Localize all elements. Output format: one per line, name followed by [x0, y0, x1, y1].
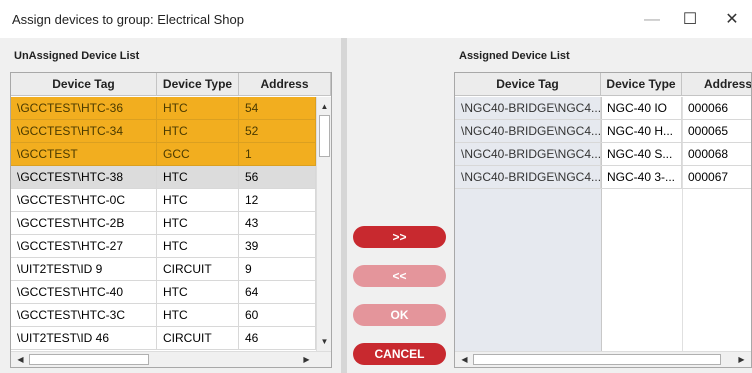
device-type-cell: HTC	[157, 166, 239, 189]
ok-button[interactable]: OK	[353, 304, 446, 326]
scroll-up-icon[interactable]: ▲	[317, 99, 331, 114]
device-tag-cell: \GCCTEST\HTC-2B	[11, 212, 157, 235]
table-row[interactable]: \NGC40-BRIDGE\NGC4... NGC-40 S... 000068	[455, 143, 751, 166]
maximize-icon[interactable]: ☐	[670, 6, 710, 34]
vertical-scroll-thumb[interactable]	[319, 115, 330, 157]
address-cell: 000066	[682, 97, 751, 120]
unassigned-device-grid[interactable]: Device Tag Device Type Address \GCCTEST\…	[10, 72, 332, 368]
address-cell: 000065	[682, 120, 751, 143]
device-type-cell: HTC	[157, 97, 239, 120]
assigned-list-label: Assigned Device List	[459, 50, 570, 62]
device-tag-cell: \NGC40-BRIDGE\NGC4...	[455, 97, 601, 120]
device-tag-cell: \GCCTEST\HTC-40	[11, 281, 157, 304]
scroll-down-icon[interactable]: ▼	[317, 334, 331, 349]
address-cell: 9	[239, 258, 316, 281]
address-cell: 12	[239, 189, 316, 212]
column-header-address[interactable]: Address	[682, 73, 751, 96]
scroll-right-icon[interactable]: ▶	[734, 352, 749, 367]
device-type-cell: CIRCUIT	[157, 327, 239, 350]
device-tag-cell: \NGC40-BRIDGE\NGC4...	[455, 166, 601, 189]
cancel-button[interactable]: CANCEL	[353, 343, 446, 365]
device-tag-cell: \GCCTEST\HTC-0C	[11, 189, 157, 212]
horizontal-scroll-thumb[interactable]	[29, 354, 149, 365]
device-type-cell: NGC-40 IO	[601, 97, 682, 120]
device-type-cell: NGC-40 S...	[601, 143, 682, 166]
device-tag-cell: \NGC40-BRIDGE\NGC4...	[455, 120, 601, 143]
address-cell: 43	[239, 212, 316, 235]
device-tag-cell: \UIT2TEST\ID 9	[11, 258, 157, 281]
window-title: Assign devices to group: Electrical Shop	[12, 12, 244, 27]
address-cell: 1	[239, 143, 316, 166]
table-row[interactable]: \GCCTEST\HTC-40 HTC 64	[11, 281, 316, 304]
column-header-address[interactable]: Address	[239, 73, 331, 96]
panel-separator[interactable]	[341, 38, 347, 373]
unassign-button[interactable]: <<	[353, 265, 446, 287]
device-type-cell: HTC	[157, 212, 239, 235]
device-type-cell: HTC	[157, 120, 239, 143]
assigned-header-row: Device Tag Device Type Address	[455, 73, 751, 96]
table-row[interactable]: \UIT2TEST\ID 9 CIRCUIT 9	[11, 258, 316, 281]
table-row[interactable]: \UIT2TEST\ID 46 CIRCUIT 46	[11, 327, 316, 350]
scroll-right-icon[interactable]: ▶	[299, 352, 314, 367]
column-header-device-type[interactable]: Device Type	[601, 73, 682, 96]
device-type-cell: NGC-40 3-...	[601, 166, 682, 189]
address-cell: 54	[239, 97, 316, 120]
unassigned-vertical-scrollbar[interactable]: ▲ ▼	[316, 97, 331, 351]
table-row[interactable]: \GCCTEST\HTC-27 HTC 39	[11, 235, 316, 258]
device-tag-cell: \UIT2TEST\ID 46	[11, 327, 157, 350]
device-type-cell: HTC	[157, 189, 239, 212]
assign-button[interactable]: >>	[353, 226, 446, 248]
unassigned-list-label: UnAssigned Device List	[14, 50, 140, 62]
address-cell: 64	[239, 281, 316, 304]
table-row[interactable]: \GCCTEST\HTC-38 HTC 56	[11, 166, 316, 189]
title-bar: Assign devices to group: Electrical Shop…	[0, 0, 752, 38]
close-icon[interactable]: ✕	[712, 6, 752, 34]
table-row[interactable]: \NGC40-BRIDGE\NGC4... NGC-40 IO 000066	[455, 97, 751, 120]
device-type-cell: HTC	[157, 281, 239, 304]
device-type-cell: GCC	[157, 143, 239, 166]
column-header-device-type[interactable]: Device Type	[157, 73, 239, 96]
table-row[interactable]: \GCCTEST\HTC-2B HTC 43	[11, 212, 316, 235]
device-tag-cell: \GCCTEST\HTC-3C	[11, 304, 157, 327]
table-row[interactable]: \GCCTEST\HTC-36 HTC 54	[11, 97, 316, 120]
address-cell: 46	[239, 327, 316, 350]
device-tag-cell: \GCCTEST\HTC-27	[11, 235, 157, 258]
device-type-cell: NGC-40 H...	[601, 120, 682, 143]
device-type-cell: HTC	[157, 235, 239, 258]
address-cell: 000067	[682, 166, 751, 189]
device-type-cell: HTC	[157, 304, 239, 327]
device-type-cell: CIRCUIT	[157, 258, 239, 281]
device-tag-cell: \GCCTEST\HTC-34	[11, 120, 157, 143]
address-cell: 52	[239, 120, 316, 143]
minimize-icon[interactable]: —	[632, 6, 672, 34]
address-cell: 39	[239, 235, 316, 258]
unassigned-horizontal-scrollbar[interactable]: ◀ ▶	[11, 351, 331, 367]
assigned-device-grid[interactable]: Device Tag Device Type Address \NGC40-BR…	[454, 72, 752, 368]
address-cell: 56	[239, 166, 316, 189]
table-row[interactable]: \NGC40-BRIDGE\NGC4... NGC-40 3-... 000067	[455, 166, 751, 189]
device-tag-cell: \GCCTEST\HTC-36	[11, 97, 157, 120]
horizontal-scroll-thumb[interactable]	[473, 354, 721, 365]
scroll-left-icon[interactable]: ◀	[457, 352, 472, 367]
table-row[interactable]: \NGC40-BRIDGE\NGC4... NGC-40 H... 000065	[455, 120, 751, 143]
column-header-device-tag[interactable]: Device Tag	[455, 73, 601, 96]
column-header-device-tag[interactable]: Device Tag	[11, 73, 157, 96]
device-tag-cell: \GCCTEST\HTC-38	[11, 166, 157, 189]
device-tag-cell: \GCCTEST	[11, 143, 157, 166]
device-tag-cell: \NGC40-BRIDGE\NGC4...	[455, 143, 601, 166]
address-cell: 000068	[682, 143, 751, 166]
table-row[interactable]: \GCCTEST\HTC-3C HTC 60	[11, 304, 316, 327]
unassigned-header-row: Device Tag Device Type Address	[11, 73, 331, 96]
scroll-left-icon[interactable]: ◀	[13, 352, 28, 367]
table-row[interactable]: \GCCTEST GCC 1	[11, 143, 316, 166]
address-cell: 60	[239, 304, 316, 327]
table-row[interactable]: \GCCTEST\HTC-34 HTC 52	[11, 120, 316, 143]
table-row[interactable]: \GCCTEST\HTC-0C HTC 12	[11, 189, 316, 212]
assigned-horizontal-scrollbar[interactable]: ◀ ▶	[455, 351, 751, 367]
